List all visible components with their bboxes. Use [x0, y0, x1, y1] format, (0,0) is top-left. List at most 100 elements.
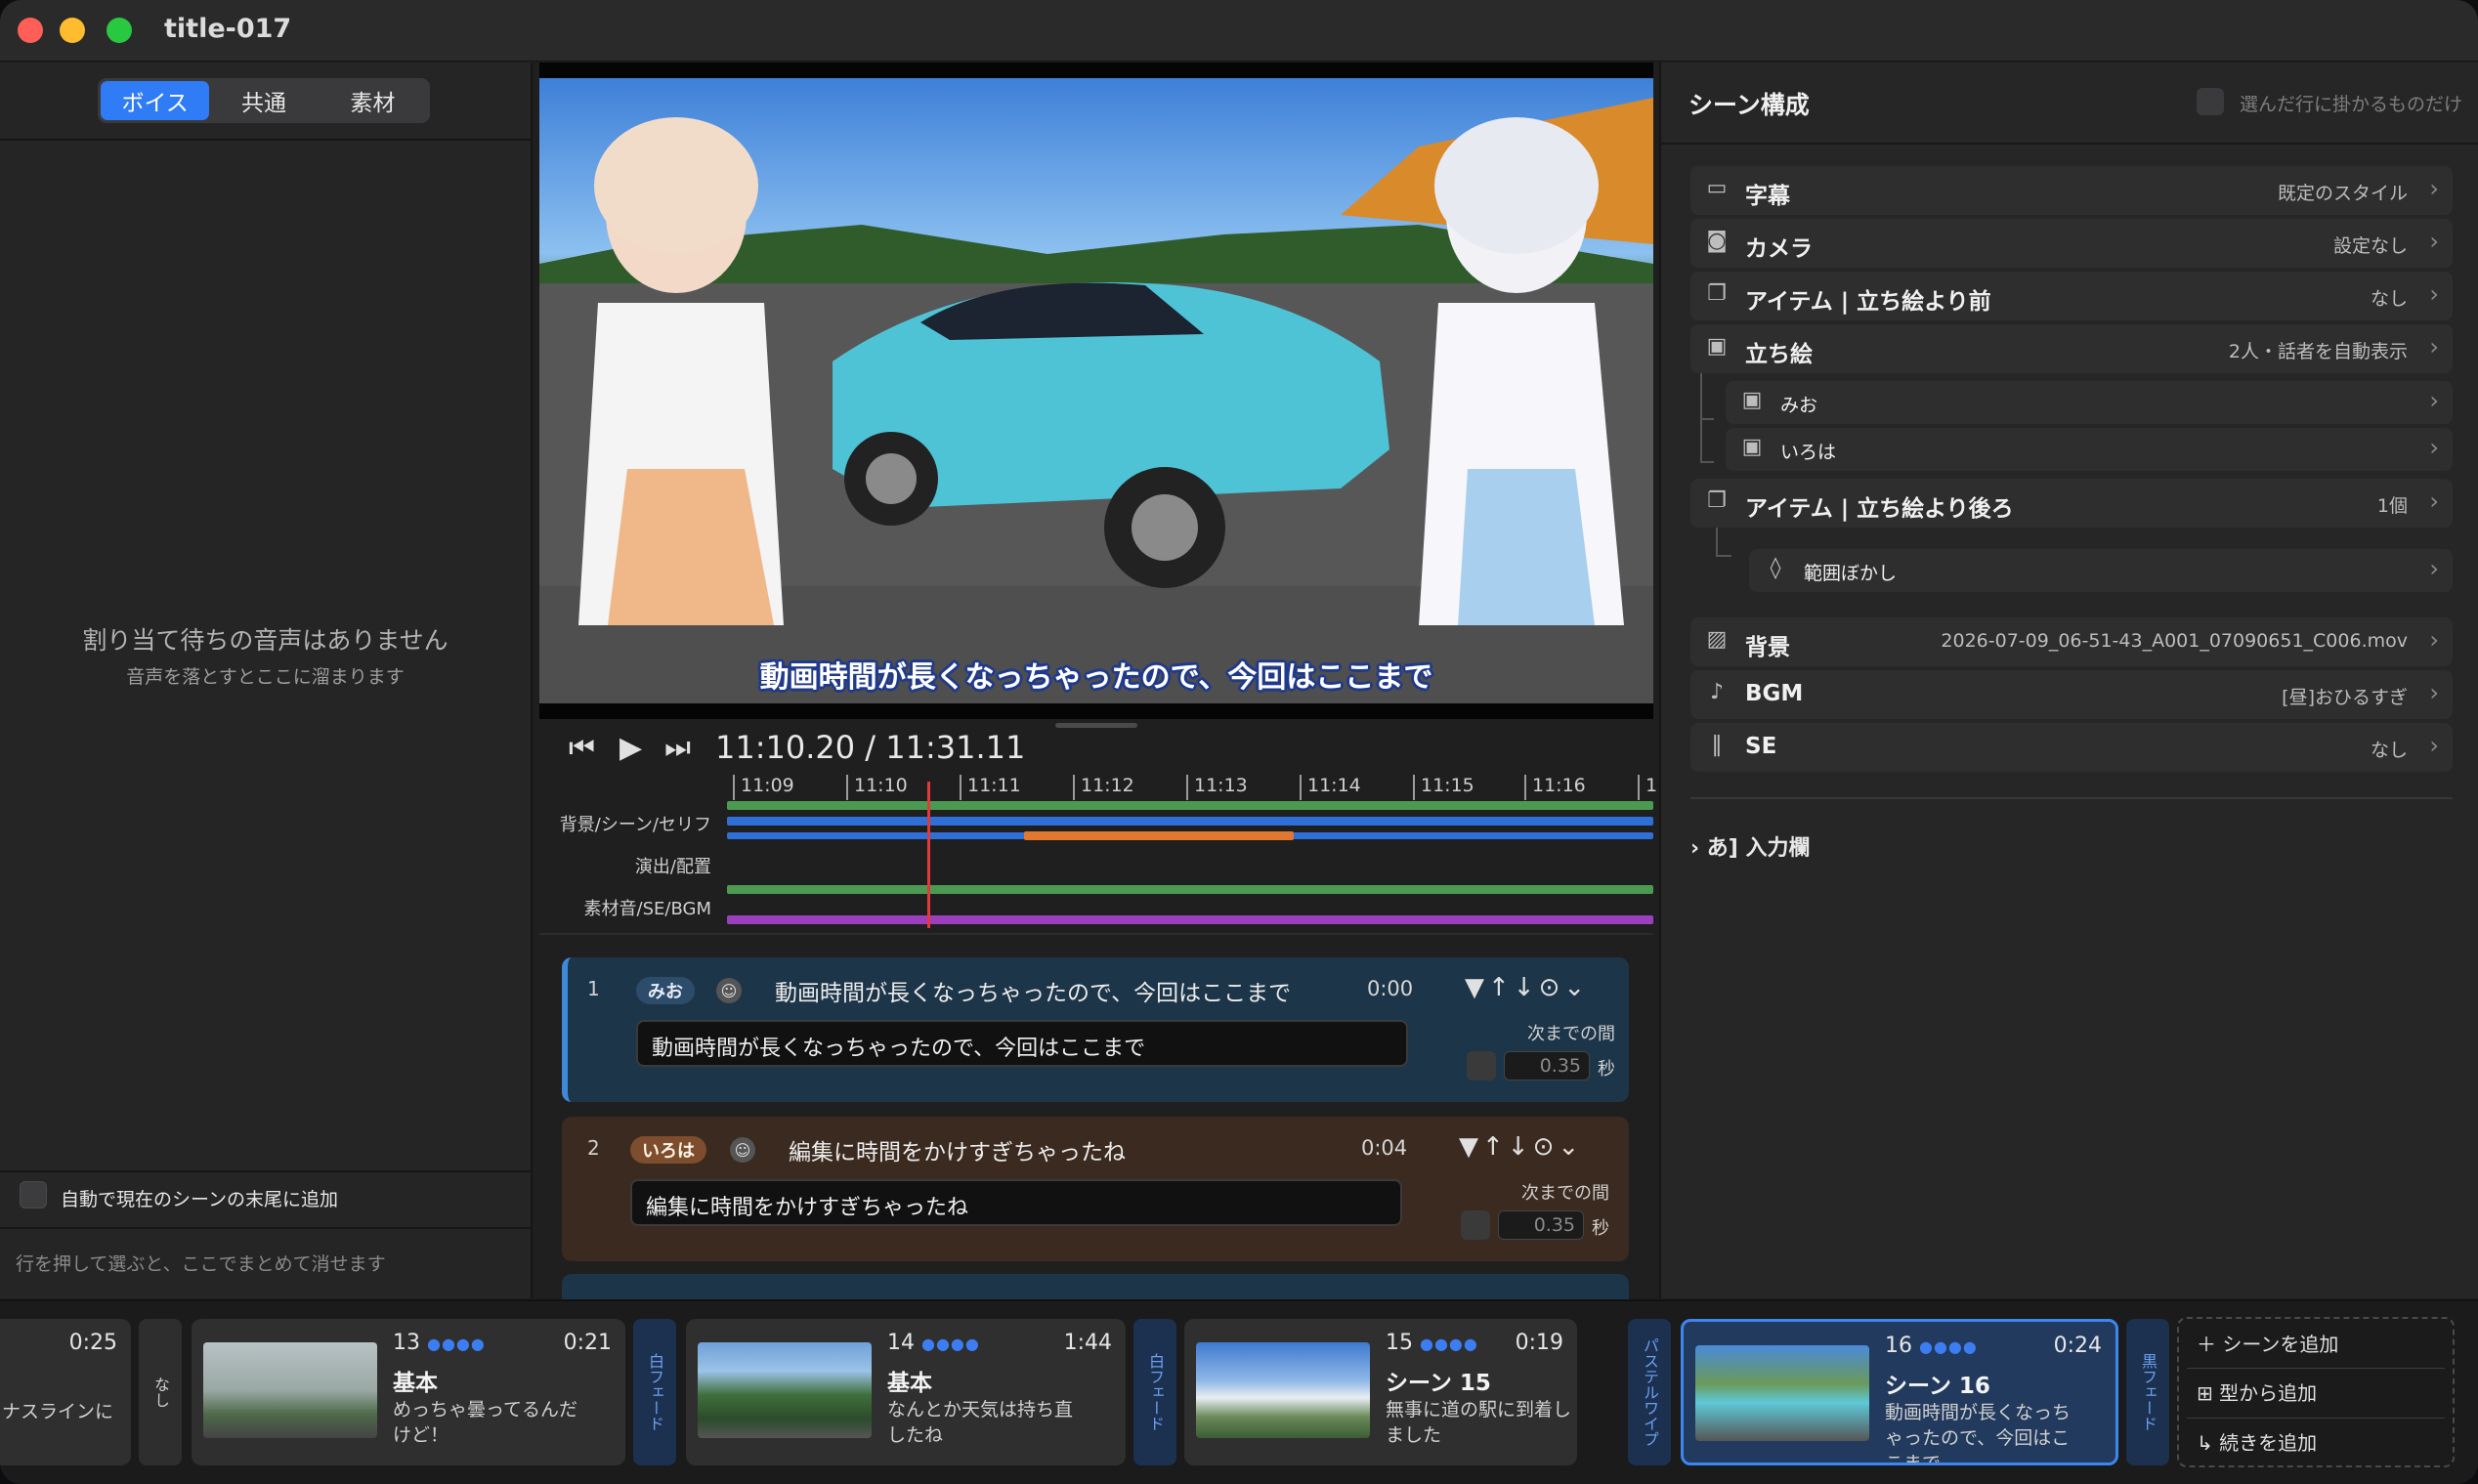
scene-card-selected[interactable]: 16 ●●●● 0:24 シーン 16 動画時間が長くなっちゃったので、今回はこ… — [1681, 1319, 2118, 1465]
portrait-icon: ▣ — [1706, 334, 1728, 359]
row-text: 編集に時間をかけすぎちゃったね — [789, 1140, 1126, 1166]
transition-pastel-wipe[interactable]: パステルワイプ — [1628, 1319, 1671, 1465]
emotion-face-icon[interactable]: ☺ — [730, 1137, 755, 1163]
scene-number-value: 14 — [887, 1331, 915, 1355]
track-bar-green[interactable] — [727, 885, 1653, 894]
divider — [0, 1227, 531, 1229]
add-from-template-button[interactable]: ⊞ 型から追加 — [2197, 1378, 2317, 1406]
time-separator: / — [865, 729, 876, 766]
item-label: 字幕 — [1745, 184, 1790, 209]
playhead[interactable] — [927, 782, 930, 928]
more-menu-icon[interactable]: ⊙⌄ — [1533, 1132, 1584, 1162]
item-background[interactable]: ▨ 背景 2026-07-09_06-51-43_A001_07090651_C00… — [1690, 617, 2453, 666]
dialogue-row[interactable]: 1 みお ☺ 動画時間が長くなっちゃったので、今回はここまで 0:00 ▼↑↓⊙… — [562, 957, 1629, 1102]
item-portraits[interactable]: ▣ 立ち絵 2人・話者を自動表示 › — [1690, 324, 2453, 373]
track-bar-purple[interactable] — [727, 915, 1653, 924]
scene-card-partial[interactable]: 0:25 ナスラインに — [0, 1319, 131, 1465]
zoom-window-button[interactable] — [107, 18, 132, 43]
ruler-tick: 11:16 — [1524, 775, 1586, 800]
timeline-ruler[interactable]: 11:09 11:10 11:11 11:12 11:13 11:14 11:1… — [727, 775, 1657, 802]
add-continuation-button[interactable]: ↳ 続きを追加 — [2197, 1427, 2317, 1456]
tab-voice[interactable]: ボイス — [101, 81, 210, 120]
item-camera[interactable]: ◙ カメラ 設定なし › — [1690, 219, 2453, 268]
track-bar-orange[interactable] — [1024, 831, 1294, 840]
scene-thumbnail — [1196, 1342, 1370, 1438]
portrait-icon: ▣ — [1741, 435, 1763, 459]
item-range-blur[interactable]: ◊ 範囲ぼかし › — [1749, 549, 2453, 592]
item-back-items[interactable]: ❐ アイテム | 立ち絵より後ろ 1個 › — [1690, 479, 2453, 528]
scene-number-value: 15 — [1386, 1331, 1413, 1355]
portrait-iroha[interactable]: ▣ いろは › — [1726, 428, 2453, 471]
skip-back-icon[interactable]: ⏮ — [569, 731, 595, 765]
emotion-face-icon[interactable]: ☺ — [716, 978, 742, 1003]
item-caption[interactable]: ▭ 字幕 既定のスタイル › — [1690, 166, 2453, 215]
play-icon[interactable]: ▶ — [620, 731, 642, 765]
return-arrow-icon: ↳ — [2197, 1431, 2213, 1455]
resize-handle[interactable] — [1055, 723, 1137, 728]
transition-black-fade[interactable]: 黒フェード — [2126, 1319, 2169, 1465]
scene-card[interactable]: 14 ●●●● 1:44 基本 なんとか天気は持ち直したね — [686, 1319, 1126, 1465]
tab-material[interactable]: 素材 — [319, 81, 427, 120]
item-se[interactable]: ‖ SE なし › — [1690, 723, 2453, 772]
triangle-down-icon[interactable]: ▼ — [1465, 973, 1488, 1002]
gap-toggle[interactable] — [1467, 1051, 1496, 1081]
gap-toggle[interactable] — [1461, 1210, 1490, 1240]
arrow-up-icon[interactable]: ↑ — [1488, 973, 1514, 1002]
item-bgm[interactable]: ♪ BGM [昼]おひるすぎ › — [1690, 670, 2453, 719]
voice-panel: ボイス 共通 素材 割り当て待ちの音声はありません 音声を落とすとここに溜まりま… — [0, 63, 533, 1298]
scene-card[interactable]: 15 ●●●● 0:19 シーン 15 無事に道の駅に到着しました — [1184, 1319, 1577, 1465]
panel-tabs: ボイス 共通 素材 — [98, 78, 430, 123]
tree-line — [1700, 416, 1714, 463]
track-bar-blue[interactable] — [727, 817, 1653, 826]
layers-icon: ❐ — [1707, 488, 1727, 513]
ruler-tick: 11:10 — [846, 775, 908, 800]
gap-input[interactable]: 0.35 — [1498, 1210, 1584, 1240]
arrow-down-icon[interactable]: ↓ — [1508, 1132, 1533, 1162]
timecode: 11:10.20 / 11:31.11 — [715, 729, 1025, 766]
triangle-down-icon[interactable]: ▼ — [1459, 1132, 1482, 1162]
more-menu-icon[interactable]: ⊙⌄ — [1539, 973, 1590, 1002]
portrait-mio[interactable]: ▣ みお › — [1726, 381, 2453, 424]
divider — [1690, 797, 2453, 799]
speaker-badge[interactable]: いろは — [630, 1136, 706, 1164]
item-label: 立ち絵 — [1745, 342, 1813, 367]
arrow-down-icon[interactable]: ↓ — [1514, 973, 1539, 1002]
scene-card[interactable]: 13 ●●●● 0:21 基本 めっちゃ曇ってるんだけど！ — [192, 1319, 625, 1465]
item-label: 範囲ぼかし — [1804, 563, 1898, 584]
dialogue-row[interactable]: 2 いろは ☺ 編集に時間をかけすぎちゃったね 0:04 ▼↑↓⊙⌄ 編集に時間… — [562, 1117, 1629, 1261]
portrait-icon: ▣ — [1741, 388, 1763, 412]
row-text-input[interactable]: 動画時間が長くなっちゃったので、今回はここまで — [636, 1020, 1408, 1067]
input-section-toggle[interactable]: › あ] 入力欄 — [1690, 830, 1810, 862]
chevron-right-icon: › — [2429, 679, 2439, 706]
gap-input[interactable]: 0.35 — [1504, 1051, 1590, 1081]
skip-forward-icon[interactable]: ⏭ — [664, 731, 691, 765]
transition-white-fade[interactable]: 白フェード — [633, 1319, 676, 1465]
item-label: アイテム | 立ち絵より後ろ — [1745, 496, 2014, 522]
filter-checkbox[interactable] — [2197, 88, 2224, 115]
plus-icon: ＋ — [2197, 1333, 2216, 1356]
scene-name: シーン 15 — [1386, 1371, 1491, 1396]
add-continuation-label: 続きを追加 — [2219, 1431, 2318, 1455]
transition-none[interactable]: なし — [139, 1319, 182, 1465]
scene-desc: 動画時間が長くなっちゃったので、今回はここまで — [1885, 1402, 2072, 1465]
add-scene-button[interactable]: ＋ シーンを追加 — [2197, 1329, 2338, 1357]
item-front-items[interactable]: ❐ アイテム | 立ち絵より前 なし › — [1690, 272, 2453, 320]
row-actions: ▼↑↓⊙⌄ — [1459, 1132, 1583, 1162]
transition-white-fade[interactable]: 白フェード — [1133, 1319, 1176, 1465]
track-bar-green[interactable] — [727, 801, 1653, 810]
minimize-window-button[interactable] — [60, 18, 85, 43]
row-text-input[interactable]: 編集に時間をかけすぎちゃったね — [630, 1179, 1402, 1226]
dialogue-row-partial[interactable] — [562, 1274, 1629, 1299]
row-text: 動画時間が長くなっちゃったので、今回はここまで — [775, 981, 1292, 1006]
auto-add-checkbox[interactable] — [20, 1181, 47, 1208]
tree-line — [1716, 528, 1731, 557]
arrow-up-icon[interactable]: ↑ — [1482, 1132, 1508, 1162]
speaker-badge[interactable]: みお — [636, 977, 695, 1004]
ruler-tick: 11:09 — [733, 775, 794, 800]
gap-unit: 秒 — [1598, 1059, 1615, 1080]
transport-controls: ⏮ ▶ ⏭ 11:10.20 / 11:31.11 — [547, 723, 1133, 772]
close-window-button[interactable] — [18, 18, 43, 43]
item-value: [昼]おひるすぎ — [2282, 687, 2408, 708]
tab-common[interactable]: 共通 — [209, 81, 318, 120]
divider — [0, 139, 531, 141]
